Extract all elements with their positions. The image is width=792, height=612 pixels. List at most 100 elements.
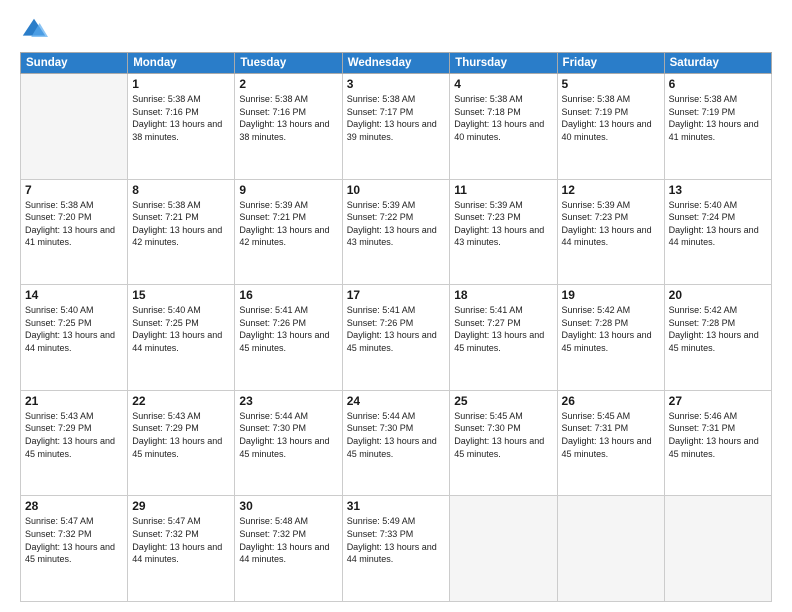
calendar-cell: 25Sunrise: 5:45 AMSunset: 7:30 PMDayligh…: [450, 390, 557, 496]
day-info: Sunrise: 5:38 AMSunset: 7:19 PMDaylight:…: [562, 93, 660, 143]
calendar-cell: 6Sunrise: 5:38 AMSunset: 7:19 PMDaylight…: [664, 74, 771, 180]
day-number: 6: [669, 77, 767, 91]
day-info: Sunrise: 5:41 AMSunset: 7:26 PMDaylight:…: [347, 304, 446, 354]
calendar-cell: 20 Sunrise: 5:42 AMSunset: 7:28 PMDayligh…: [664, 285, 771, 391]
day-info: Sunrise: 5:38 AMSunset: 7:21 PMDaylight:…: [132, 199, 230, 249]
calendar-cell: 22Sunrise: 5:43 AMSunset: 7:29 PMDayligh…: [128, 390, 235, 496]
day-number: 10: [347, 183, 446, 197]
day-info: Sunrise: 5:41 AMSunset: 7:27 PMDaylight:…: [454, 304, 552, 354]
day-info: Sunrise: 5:39 AMSunset: 7:22 PMDaylight:…: [347, 199, 446, 249]
day-info: Sunrise: 5:43 AMSunset: 7:29 PMDaylight:…: [132, 410, 230, 460]
calendar-cell: 28 Sunrise: 5:47 AMSunset: 7:32 PMDayligh…: [21, 496, 128, 602]
day-info: Sunrise: 5:47 AMSunset: 7:32 PMDaylight:…: [132, 515, 230, 565]
day-number: 20: [669, 288, 767, 302]
calendar-table: SundayMondayTuesdayWednesdayThursdayFrid…: [20, 52, 772, 602]
day-number: 2: [239, 77, 337, 91]
day-info: Sunrise: 5:38 AMSunset: 7:17 PMDaylight:…: [347, 93, 446, 143]
day-info: Sunrise: 5:40 AMSunset: 7:24 PMDaylight:…: [669, 199, 767, 249]
day-info: Sunrise: 5:43 AMSunset: 7:29 PMDaylight:…: [25, 410, 123, 460]
day-info: Sunrise: 5:46 AMSunset: 7:31 PMDaylight:…: [669, 410, 767, 460]
day-number: 12: [562, 183, 660, 197]
day-info: Sunrise: 5:39 AMSunset: 7:23 PMDaylight:…: [454, 199, 552, 249]
day-info: Sunrise: 5:48 AMSunset: 7:32 PMDaylight:…: [239, 515, 337, 565]
calendar-cell: 18 Sunrise: 5:41 AMSunset: 7:27 PMDayligh…: [450, 285, 557, 391]
day-number: 19: [562, 288, 660, 302]
day-info: Sunrise: 5:38 AMSunset: 7:20 PMDaylight:…: [25, 199, 123, 249]
calendar-cell: 31Sunrise: 5:49 AMSunset: 7:33 PMDayligh…: [342, 496, 450, 602]
day-info: Sunrise: 5:38 AMSunset: 7:16 PMDaylight:…: [132, 93, 230, 143]
calendar-header-friday: Friday: [557, 53, 664, 74]
day-info: Sunrise: 5:40 AMSunset: 7:25 PMDaylight:…: [132, 304, 230, 354]
day-number: 13: [669, 183, 767, 197]
logo: [20, 16, 52, 44]
day-number: 23: [239, 394, 337, 408]
day-number: 16: [239, 288, 337, 302]
day-number: 17: [347, 288, 446, 302]
calendar-cell: 21Sunrise: 5:43 AMSunset: 7:29 PMDayligh…: [21, 390, 128, 496]
day-info: Sunrise: 5:42 AMSunset: 7:28 PMDaylight:…: [669, 304, 767, 354]
day-number: 8: [132, 183, 230, 197]
day-info: Sunrise: 5:38 AMSunset: 7:16 PMDaylight:…: [239, 93, 337, 143]
day-number: 4: [454, 77, 552, 91]
day-info: Sunrise: 5:45 AMSunset: 7:31 PMDaylight:…: [562, 410, 660, 460]
page: SundayMondayTuesdayWednesdayThursdayFrid…: [0, 0, 792, 612]
calendar-cell: 11 Sunrise: 5:39 AMSunset: 7:23 PMDayligh…: [450, 179, 557, 285]
day-info: Sunrise: 5:41 AMSunset: 7:26 PMDaylight:…: [239, 304, 337, 354]
calendar-header-tuesday: Tuesday: [235, 53, 342, 74]
day-number: 9: [239, 183, 337, 197]
calendar-cell: 2 Sunrise: 5:38 AMSunset: 7:16 PMDaylight…: [235, 74, 342, 180]
calendar-cell: 19 Sunrise: 5:42 AMSunset: 7:28 PMDayligh…: [557, 285, 664, 391]
calendar-week-1: 1 Sunrise: 5:38 AMSunset: 7:16 PMDaylight…: [21, 74, 772, 180]
calendar-cell: [557, 496, 664, 602]
calendar-cell: 15 Sunrise: 5:40 AMSunset: 7:25 PMDayligh…: [128, 285, 235, 391]
day-info: Sunrise: 5:42 AMSunset: 7:28 PMDaylight:…: [562, 304, 660, 354]
calendar-cell: 3 Sunrise: 5:38 AMSunset: 7:17 PMDaylight…: [342, 74, 450, 180]
calendar-cell: 7Sunrise: 5:38 AMSunset: 7:20 PMDaylight…: [21, 179, 128, 285]
calendar-cell: 14 Sunrise: 5:40 AMSunset: 7:25 PMDayligh…: [21, 285, 128, 391]
day-number: 27: [669, 394, 767, 408]
calendar-header-sunday: Sunday: [21, 53, 128, 74]
calendar-cell: 23 Sunrise: 5:44 AMSunset: 7:30 PMDayligh…: [235, 390, 342, 496]
day-info: Sunrise: 5:40 AMSunset: 7:25 PMDaylight:…: [25, 304, 123, 354]
day-number: 3: [347, 77, 446, 91]
calendar-cell: 24 Sunrise: 5:44 AMSunset: 7:30 PMDayligh…: [342, 390, 450, 496]
day-number: 11: [454, 183, 552, 197]
day-info: Sunrise: 5:39 AMSunset: 7:21 PMDaylight:…: [239, 199, 337, 249]
calendar-cell: 16 Sunrise: 5:41 AMSunset: 7:26 PMDayligh…: [235, 285, 342, 391]
calendar-week-2: 7Sunrise: 5:38 AMSunset: 7:20 PMDaylight…: [21, 179, 772, 285]
day-number: 14: [25, 288, 123, 302]
calendar-cell: 8 Sunrise: 5:38 AMSunset: 7:21 PMDaylight…: [128, 179, 235, 285]
day-info: Sunrise: 5:44 AMSunset: 7:30 PMDaylight:…: [347, 410, 446, 460]
calendar-cell: [664, 496, 771, 602]
day-info: Sunrise: 5:39 AMSunset: 7:23 PMDaylight:…: [562, 199, 660, 249]
calendar-cell: 17 Sunrise: 5:41 AMSunset: 7:26 PMDayligh…: [342, 285, 450, 391]
day-info: Sunrise: 5:44 AMSunset: 7:30 PMDaylight:…: [239, 410, 337, 460]
day-info: Sunrise: 5:47 AMSunset: 7:32 PMDaylight:…: [25, 515, 123, 565]
calendar-cell: [21, 74, 128, 180]
calendar-cell: [450, 496, 557, 602]
day-number: 28: [25, 499, 123, 513]
day-number: 24: [347, 394, 446, 408]
calendar-cell: 9 Sunrise: 5:39 AMSunset: 7:21 PMDaylight…: [235, 179, 342, 285]
day-number: 5: [562, 77, 660, 91]
logo-icon: [20, 16, 48, 44]
calendar-cell: 4 Sunrise: 5:38 AMSunset: 7:18 PMDaylight…: [450, 74, 557, 180]
day-info: Sunrise: 5:38 AMSunset: 7:18 PMDaylight:…: [454, 93, 552, 143]
calendar-week-4: 21Sunrise: 5:43 AMSunset: 7:29 PMDayligh…: [21, 390, 772, 496]
calendar-cell: 13 Sunrise: 5:40 AMSunset: 7:24 PMDayligh…: [664, 179, 771, 285]
day-number: 30: [239, 499, 337, 513]
day-number: 18: [454, 288, 552, 302]
day-info: Sunrise: 5:45 AMSunset: 7:30 PMDaylight:…: [454, 410, 552, 460]
calendar-cell: 10 Sunrise: 5:39 AMSunset: 7:22 PMDayligh…: [342, 179, 450, 285]
day-info: Sunrise: 5:49 AMSunset: 7:33 PMDaylight:…: [347, 515, 446, 565]
calendar-header-monday: Monday: [128, 53, 235, 74]
day-number: 15: [132, 288, 230, 302]
day-number: 29: [132, 499, 230, 513]
calendar-cell: 27 Sunrise: 5:46 AMSunset: 7:31 PMDayligh…: [664, 390, 771, 496]
calendar-cell: 1 Sunrise: 5:38 AMSunset: 7:16 PMDaylight…: [128, 74, 235, 180]
calendar-cell: 26Sunrise: 5:45 AMSunset: 7:31 PMDayligh…: [557, 390, 664, 496]
calendar-cell: 5 Sunrise: 5:38 AMSunset: 7:19 PMDaylight…: [557, 74, 664, 180]
calendar-week-3: 14 Sunrise: 5:40 AMSunset: 7:25 PMDayligh…: [21, 285, 772, 391]
calendar-week-5: 28 Sunrise: 5:47 AMSunset: 7:32 PMDayligh…: [21, 496, 772, 602]
day-number: 1: [132, 77, 230, 91]
